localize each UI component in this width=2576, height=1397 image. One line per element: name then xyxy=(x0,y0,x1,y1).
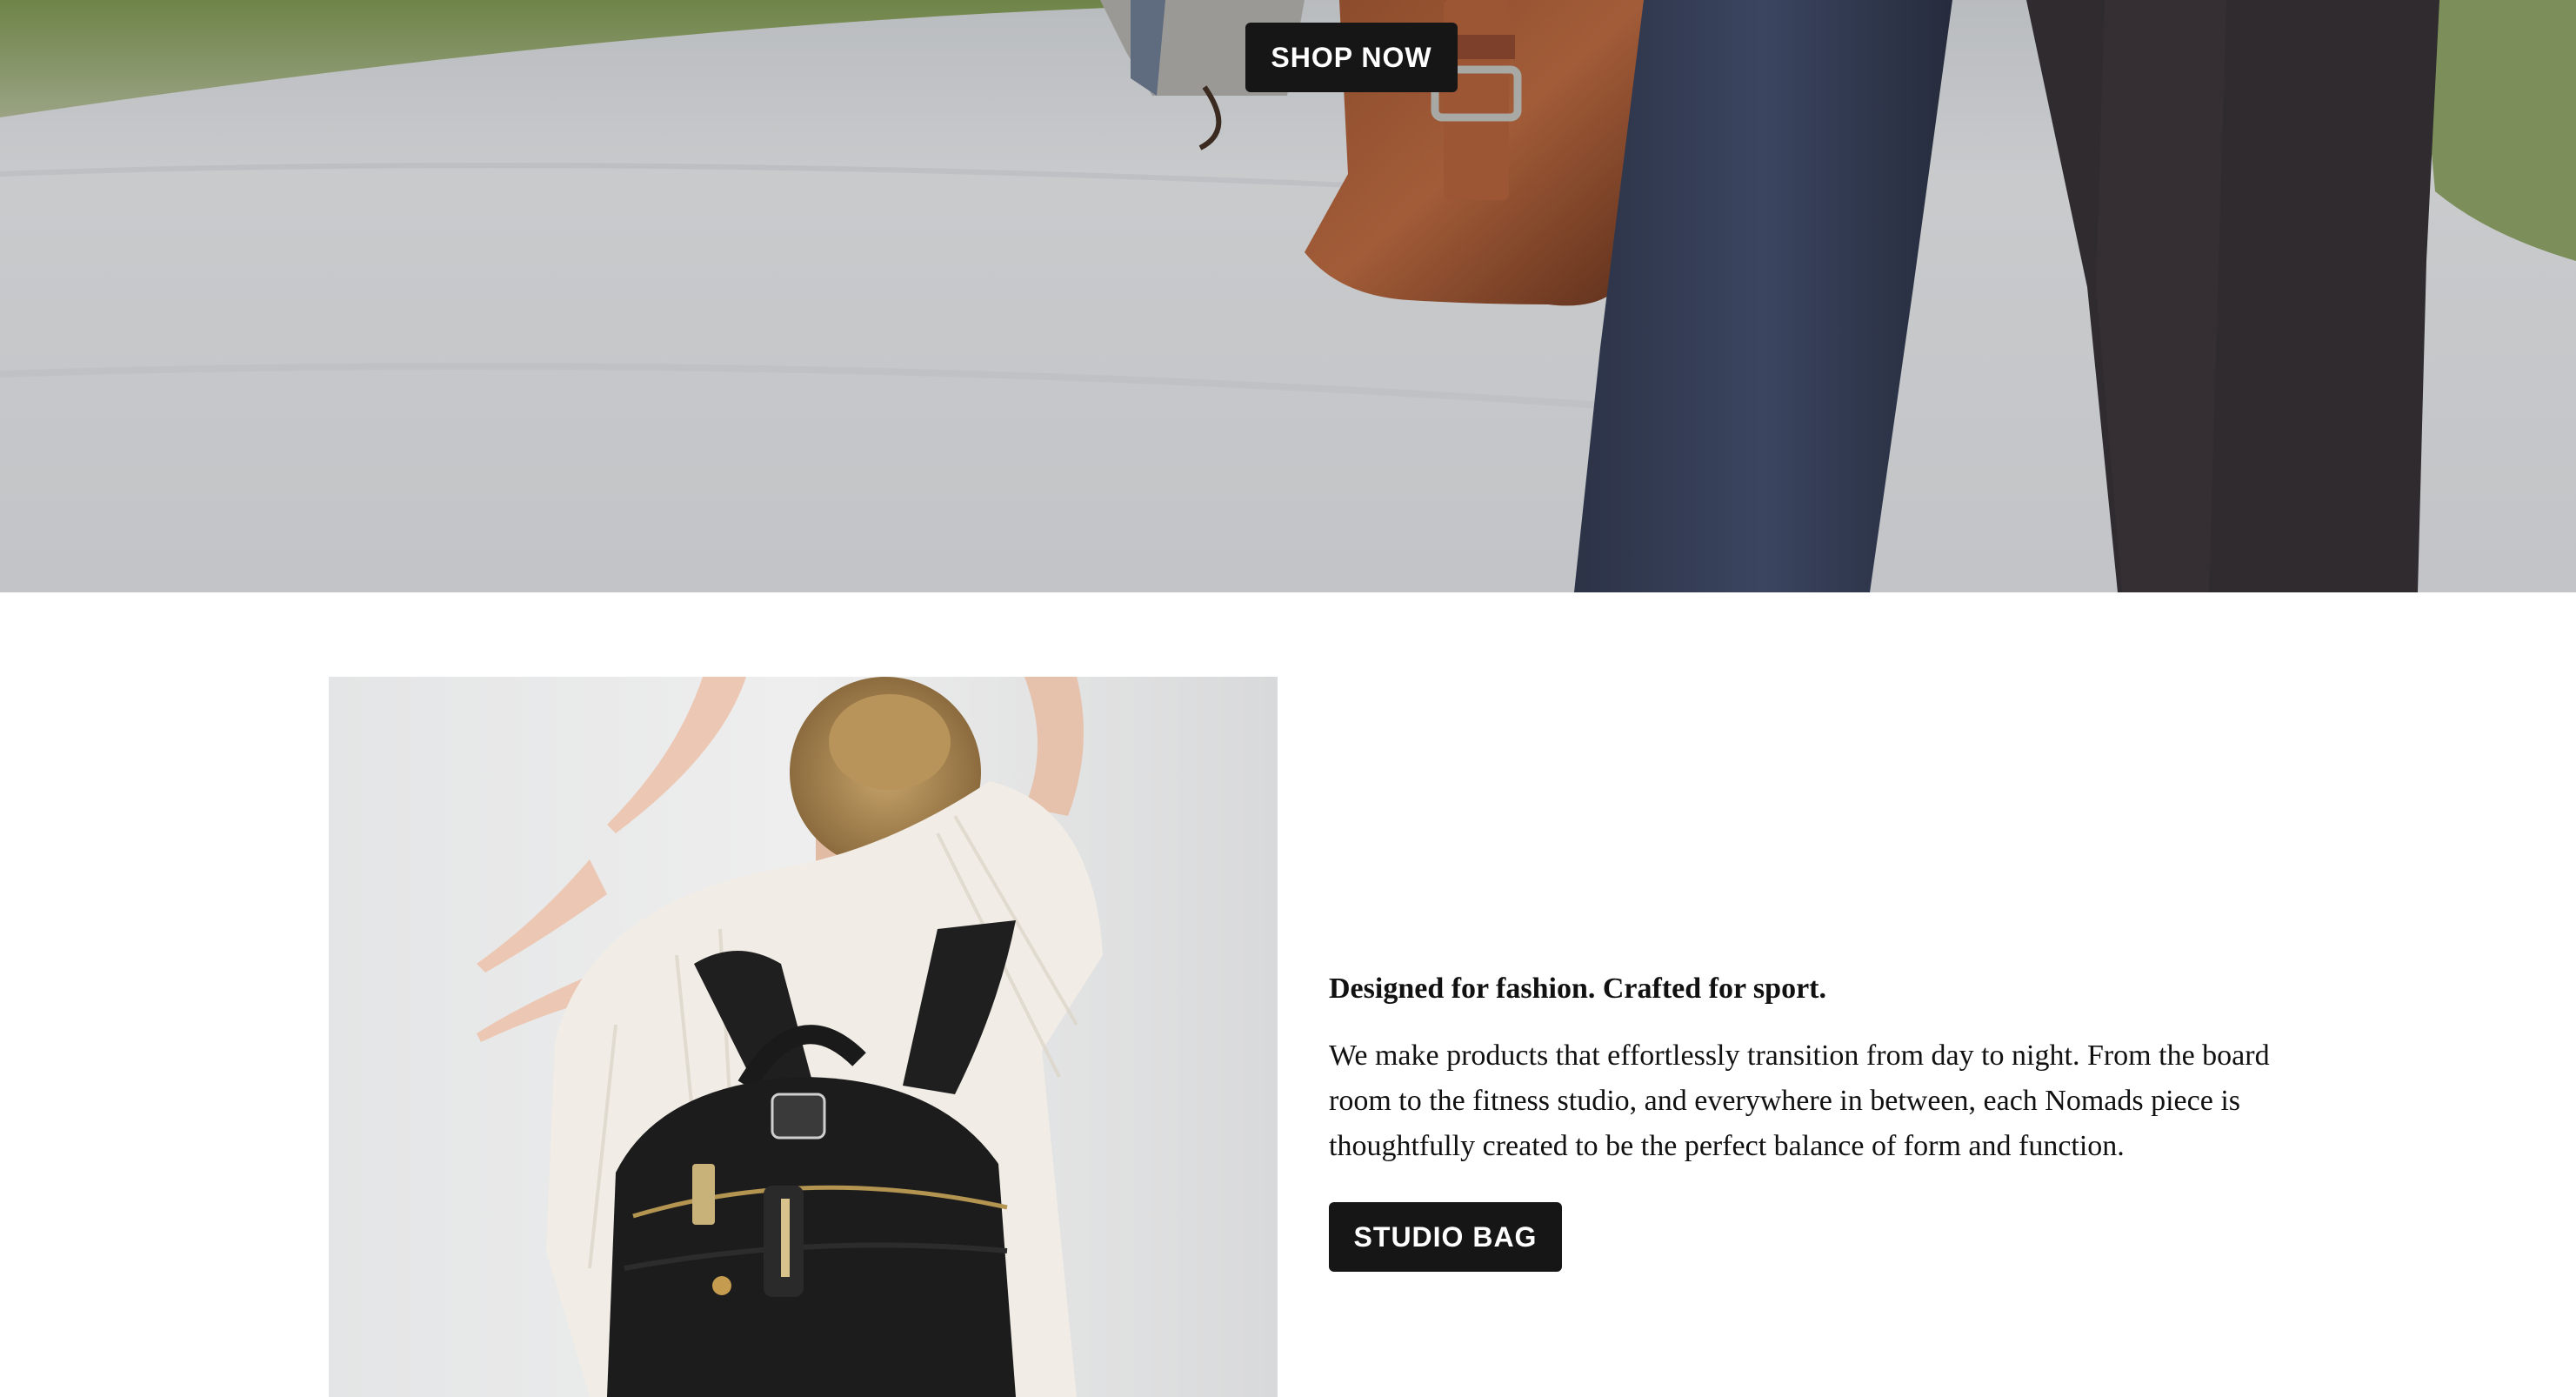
studio-bag-button[interactable]: STUDIO BAG xyxy=(1329,1202,1562,1272)
backpack-model-image xyxy=(329,677,1278,1397)
feature-heading: Designed for fashion. Crafted for sport. xyxy=(1329,973,1826,1005)
feature-image xyxy=(329,677,1278,1397)
shop-now-button[interactable]: SHOP NOW xyxy=(1245,23,1458,92)
feature-copy: Designed for fashion. Crafted for sport.… xyxy=(1329,967,2338,1272)
feature-description: We make products that effortlessly trans… xyxy=(1329,1039,2270,1162)
hero-banner: SHOP NOW xyxy=(0,0,2576,592)
